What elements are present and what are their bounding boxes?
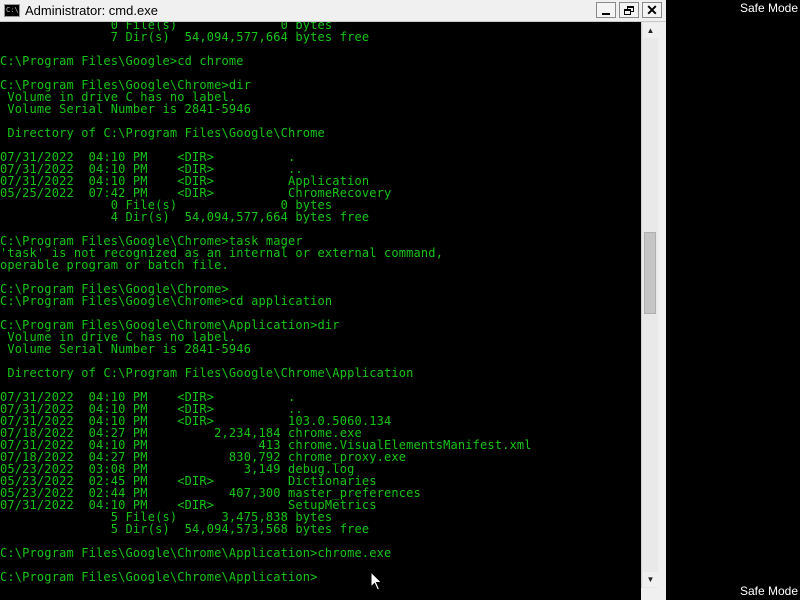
scroll-down-button[interactable]: ▼ [643,572,658,587]
minimize-button[interactable] [596,2,616,18]
scroll-thumb[interactable] [644,232,656,314]
restore-button[interactable] [619,2,639,18]
scroll-down-arrow-icon: ▼ [646,574,655,584]
title-bar[interactable]: C:\ Administrator: cmd.exe ✕ [0,0,666,22]
window-title: Administrator: cmd.exe [25,3,158,18]
scroll-up-button[interactable]: ▲ [643,23,658,38]
console-text: 0 File(s) 0 bytes 7 Dir(s) 54,094,577,66… [0,22,532,584]
window-frame-corner [641,588,658,600]
close-button[interactable]: ✕ [642,2,662,18]
scroll-up-arrow-icon: ▲ [646,25,655,35]
mouse-pointer-icon [370,571,383,591]
cmd-window: C:\ Administrator: cmd.exe ✕ 0 File(s) 0… [0,0,666,600]
vertical-scrollbar[interactable]: ▲ ▼ [641,22,658,588]
window-frame [658,22,666,600]
safe-mode-label-bottom: Safe Mode [739,584,798,598]
close-icon: ✕ [646,2,658,18]
cmd-icon: C:\ [4,4,20,17]
minimize-icon [602,12,610,15]
restore-icon [624,5,634,15]
console-output[interactable]: 0 File(s) 0 bytes 7 Dir(s) 54,094,577,66… [0,22,641,600]
safe-mode-label-top: Safe Mode [739,1,798,15]
